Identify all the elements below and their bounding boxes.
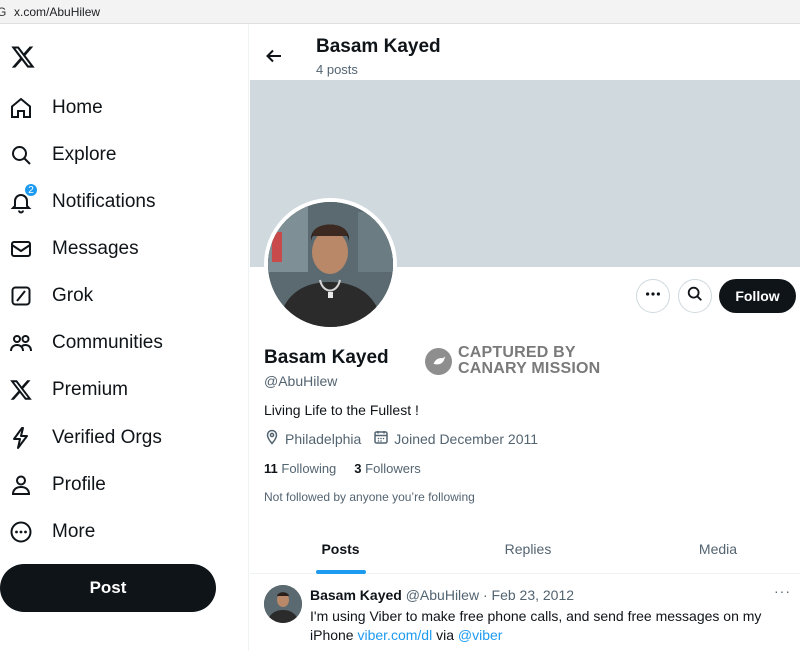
profile-bio: Living Life to the Fullest ! — [264, 402, 419, 418]
sidebar-item-messages[interactable]: Messages — [8, 229, 238, 269]
sidebar-item-label: Notifications — [52, 191, 156, 212]
following-link[interactable]: 11 Following — [264, 461, 336, 476]
search-icon — [686, 285, 704, 308]
post-more-icon[interactable]: ··· — [774, 583, 791, 599]
sidebar-item-verified-orgs[interactable]: Verified Orgs — [8, 418, 238, 458]
sidebar-item-more[interactable]: More — [8, 512, 238, 552]
tab-label: Posts — [321, 541, 360, 557]
x-logo-icon — [8, 377, 34, 403]
person-icon — [8, 472, 34, 498]
profile-main: Basam Kayed 4 posts Follow Basam Kayed @… — [250, 24, 800, 651]
watermark-line-1: CAPTURED BY — [458, 344, 576, 361]
post-author-name[interactable]: Basam Kayed — [310, 587, 402, 603]
post-mention-viber[interactable]: @viber — [458, 627, 503, 643]
post-text-part: via — [432, 627, 458, 643]
followers-link[interactable]: 3 Followers — [354, 461, 420, 476]
post-author-handle[interactable]: @AbuHilew — [406, 587, 479, 603]
followers-count: 3 — [354, 461, 362, 476]
following-count: 11 — [264, 461, 278, 476]
canary-mission-watermark: CAPTURED BY CANARY MISSION — [425, 345, 600, 377]
more-horizontal-icon — [644, 285, 662, 308]
sidebar-item-label: Verified Orgs — [52, 427, 162, 448]
profile-tabs: Posts Replies Media — [250, 524, 800, 574]
profile-meta: Philadelphia Joined December 2011 — [264, 429, 550, 448]
post-button[interactable]: Post — [0, 564, 216, 612]
bell-icon: 2 — [8, 183, 38, 215]
x-logo-icon[interactable] — [10, 44, 36, 70]
avatar[interactable] — [264, 198, 397, 331]
tab-label: Replies — [504, 541, 552, 557]
sidebar-item-label: Profile — [52, 474, 106, 495]
sidebar-item-label: Grok — [52, 285, 94, 306]
grok-icon — [8, 283, 34, 309]
follow-button[interactable]: Follow — [719, 279, 796, 313]
header-post-count: 4 posts — [316, 62, 358, 77]
sidebar-item-label: Messages — [52, 238, 139, 259]
search-icon — [8, 142, 34, 168]
sidebar-item-label: Home — [52, 97, 103, 118]
people-icon — [8, 330, 34, 356]
profile-stats: 11 Following 3 Followers — [264, 461, 439, 476]
profile-name: Basam Kayed — [264, 347, 389, 368]
tab-posts[interactable]: Posts — [250, 524, 431, 574]
post-link-viber[interactable]: viber.com/dl — [357, 627, 432, 643]
post-separator: · — [479, 587, 492, 603]
address-bar-left-glyph: G — [0, 5, 7, 19]
calendar-icon — [373, 429, 394, 448]
search-profile-button[interactable] — [678, 279, 712, 313]
not-followed-note: Not followed by anyone you’re following — [264, 490, 475, 504]
sidebar-item-label: Premium — [52, 379, 129, 400]
watermark-line-2: CANARY MISSION — [458, 360, 601, 377]
profile-location-text: Philadelphia — [285, 430, 362, 447]
tab-label: Media — [698, 541, 738, 557]
tab-replies[interactable]: Replies — [435, 524, 621, 574]
header-title: Basam Kayed — [316, 36, 441, 57]
back-arrow-icon[interactable] — [264, 46, 284, 66]
sidebar-item-communities[interactable]: Communities — [8, 323, 238, 363]
profile-joined: Joined December 2011 — [373, 429, 538, 448]
followers-label: Followers — [365, 461, 421, 476]
sidebar-item-profile[interactable]: Profile — [8, 465, 238, 505]
post-avatar[interactable] — [264, 585, 302, 623]
sidebar-item-explore[interactable]: Explore — [8, 135, 238, 175]
post-text: I'm using Viber to make free phone calls… — [310, 607, 790, 645]
sidebar-item-label: Explore — [52, 144, 117, 165]
post-date[interactable]: Feb 23, 2012 — [492, 587, 575, 603]
active-tab-indicator — [315, 570, 366, 574]
address-bar-url[interactable]: x.com/AbuHilew — [14, 5, 100, 19]
profile-joined-text: Joined December 2011 — [394, 430, 539, 447]
sidebar-item-grok[interactable]: Grok — [8, 276, 238, 316]
sidebar-item-home[interactable]: Home — [8, 88, 238, 128]
sidebar: Home Explore 2 Notifications Messages Gr… — [0, 24, 249, 651]
address-bar[interactable]: G x.com/AbuHilew — [0, 0, 800, 24]
profile-handle: @AbuHilew — [264, 373, 338, 389]
sidebar-item-notifications[interactable]: 2 Notifications — [8, 182, 238, 222]
sidebar-item-premium[interactable]: Premium — [8, 370, 238, 410]
location-pin-icon — [264, 429, 285, 448]
lightning-icon — [8, 425, 34, 451]
more-circle-icon — [8, 519, 34, 545]
more-options-button[interactable] — [636, 279, 670, 313]
notification-badge: 2 — [24, 183, 38, 197]
home-icon — [8, 95, 34, 121]
post-header: Basam Kayed @AbuHilew · Feb 23, 2012 — [310, 587, 574, 603]
tab-media[interactable]: Media — [625, 524, 800, 574]
post-item[interactable]: Basam Kayed @AbuHilew · Feb 23, 2012 ···… — [250, 575, 800, 651]
sidebar-item-label: Communities — [52, 332, 163, 353]
following-label: Following — [281, 461, 337, 476]
canary-bird-icon — [425, 347, 452, 375]
envelope-icon — [8, 236, 34, 262]
profile-location: Philadelphia — [264, 429, 361, 448]
sidebar-item-label: More — [52, 521, 96, 542]
